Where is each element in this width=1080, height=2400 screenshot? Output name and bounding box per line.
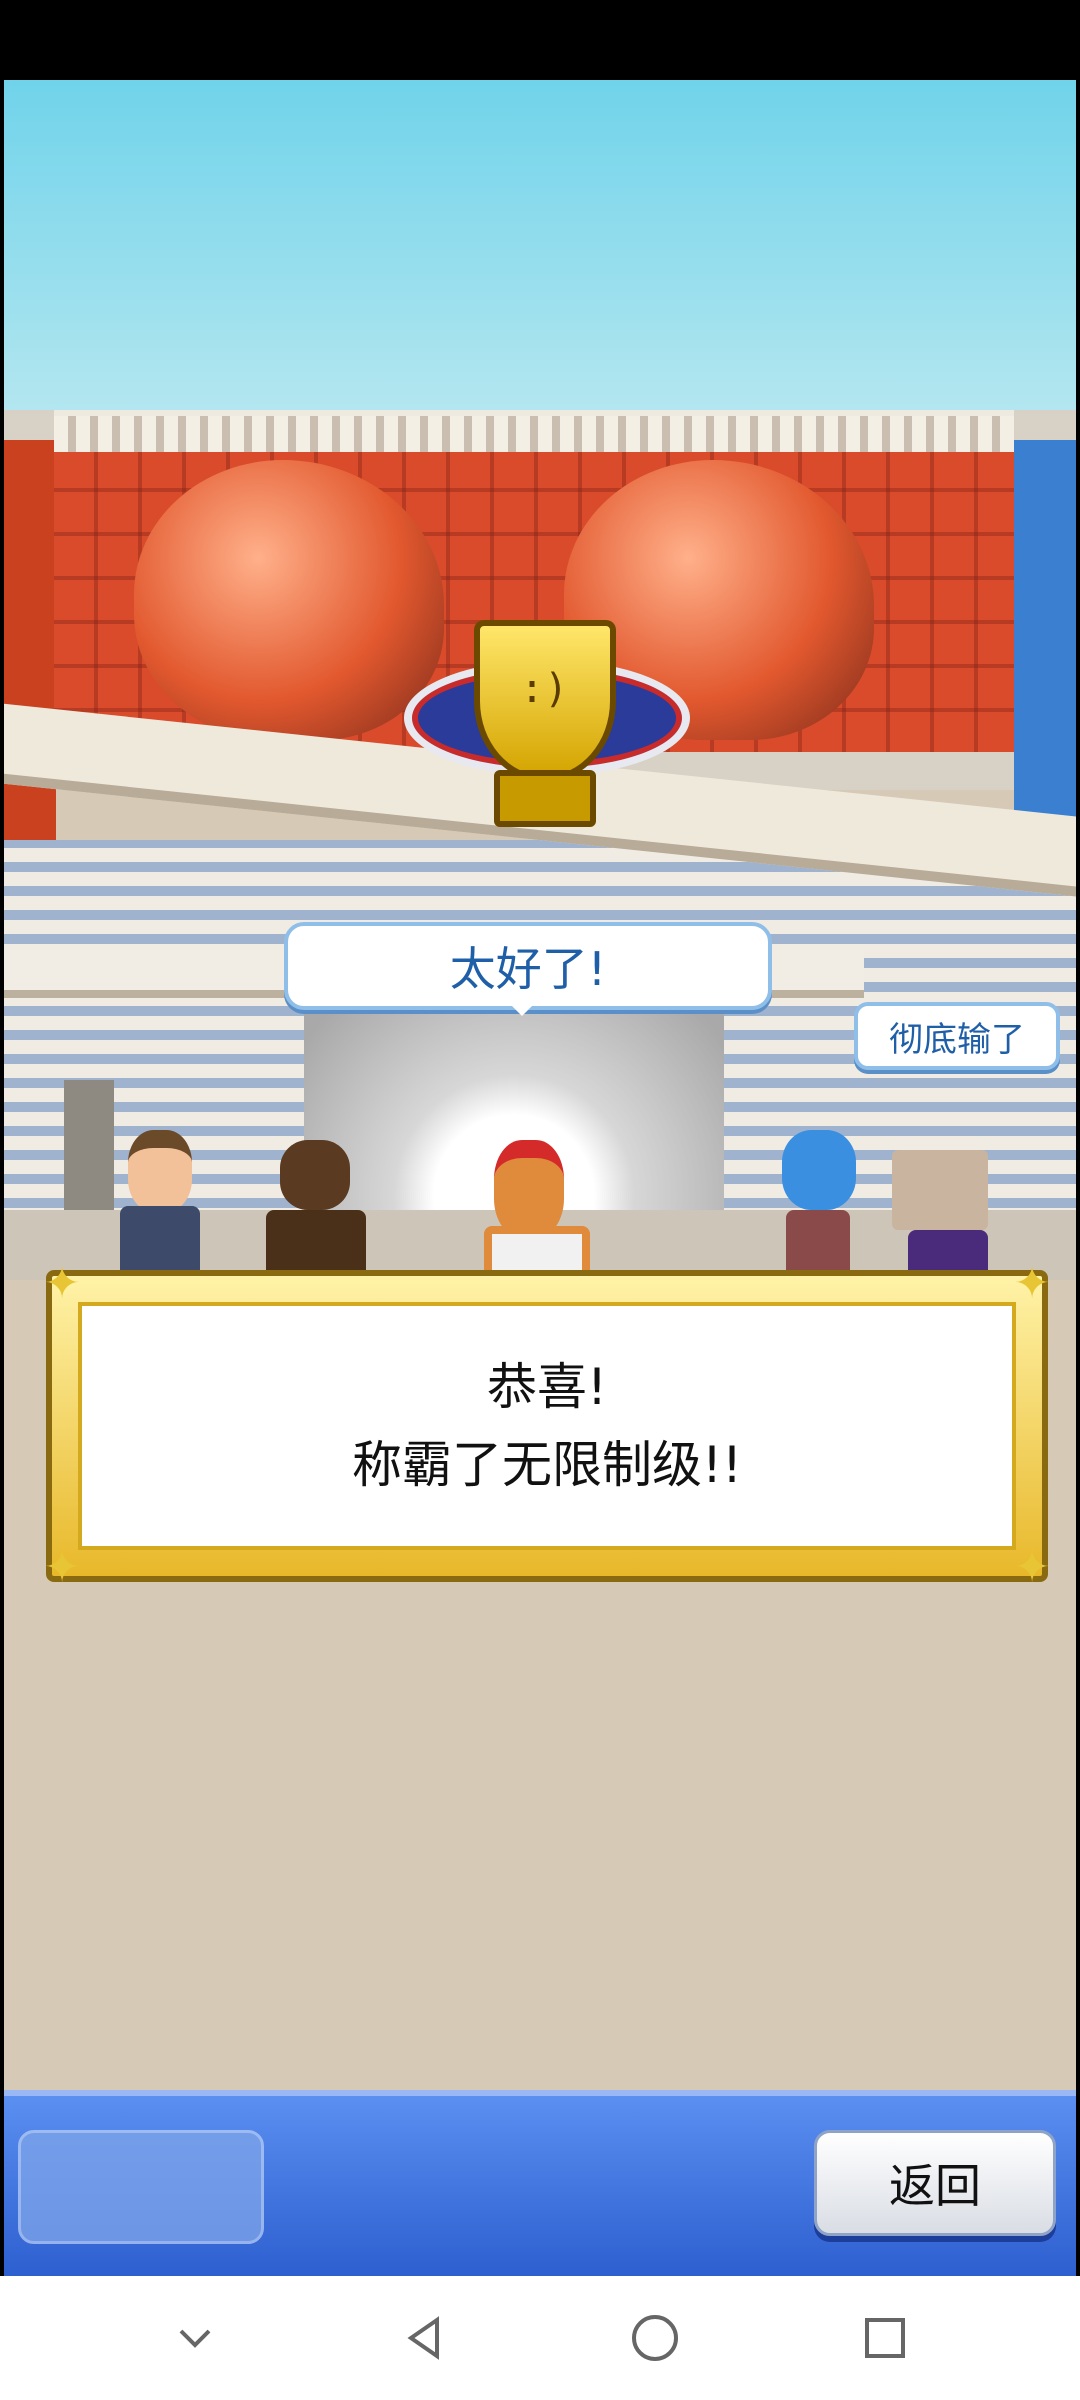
character-kangaroo-boxer	[454, 1130, 604, 1280]
game-screen[interactable]: :) 太好了! 彻底输了 ✦ ✦ ✦ ✦ 恭喜! 称霸了无限制级!!	[4, 80, 1076, 2090]
chevron-down-icon[interactable]	[155, 2298, 235, 2378]
home-circle-icon[interactable]	[615, 2298, 695, 2378]
speech-bubble-side: 彻底输了	[854, 1002, 1060, 1070]
speech-bubble-main: 太好了!	[284, 922, 772, 1016]
message-dialog[interactable]: ✦ ✦ ✦ ✦ 恭喜! 称霸了无限制级!!	[44, 1262, 1051, 1590]
dialog-text-area: 恭喜! 称霸了无限制级!!	[78, 1302, 1016, 1550]
back-triangle-icon[interactable]	[385, 2298, 465, 2378]
arena-scene: :) 太好了! 彻底输了	[4, 80, 1076, 1280]
trophy-base	[494, 770, 596, 827]
dialog-line-2: 称霸了无限制级!!	[351, 1436, 743, 1494]
building-left-edge	[4, 440, 56, 860]
character-head	[128, 1130, 192, 1212]
character-head	[494, 1140, 564, 1238]
status-bar	[0, 0, 1080, 80]
rooftop-railing	[54, 410, 1014, 452]
star-corner-icon: ✦	[43, 1258, 81, 1309]
trophy-emblem: :)	[404, 620, 690, 850]
back-button[interactable]: 返回	[814, 2130, 1056, 2236]
system-nav-bar	[0, 2276, 1080, 2400]
sky	[4, 80, 1076, 440]
character-blue-hair-girl	[768, 1130, 868, 1280]
star-corner-icon: ✦	[1013, 1542, 1051, 1593]
dialog-line-1: 恭喜!	[486, 1358, 608, 1416]
trophy-face-icon: :)	[520, 666, 569, 712]
character-gorilla	[250, 1140, 380, 1280]
star-corner-icon: ✦	[1013, 1258, 1051, 1309]
trophy-cup-icon: :)	[474, 620, 616, 782]
character-head	[280, 1140, 350, 1210]
character-box-head	[888, 1150, 1008, 1280]
character-manager	[100, 1130, 220, 1280]
character-head	[782, 1130, 856, 1210]
character-body	[120, 1206, 200, 1280]
bottom-action-bar: 返回	[4, 2090, 1076, 2282]
recents-square-icon[interactable]	[845, 2298, 925, 2378]
character-head	[892, 1150, 988, 1230]
star-corner-icon: ✦	[43, 1542, 81, 1593]
disabled-left-button	[18, 2130, 264, 2244]
